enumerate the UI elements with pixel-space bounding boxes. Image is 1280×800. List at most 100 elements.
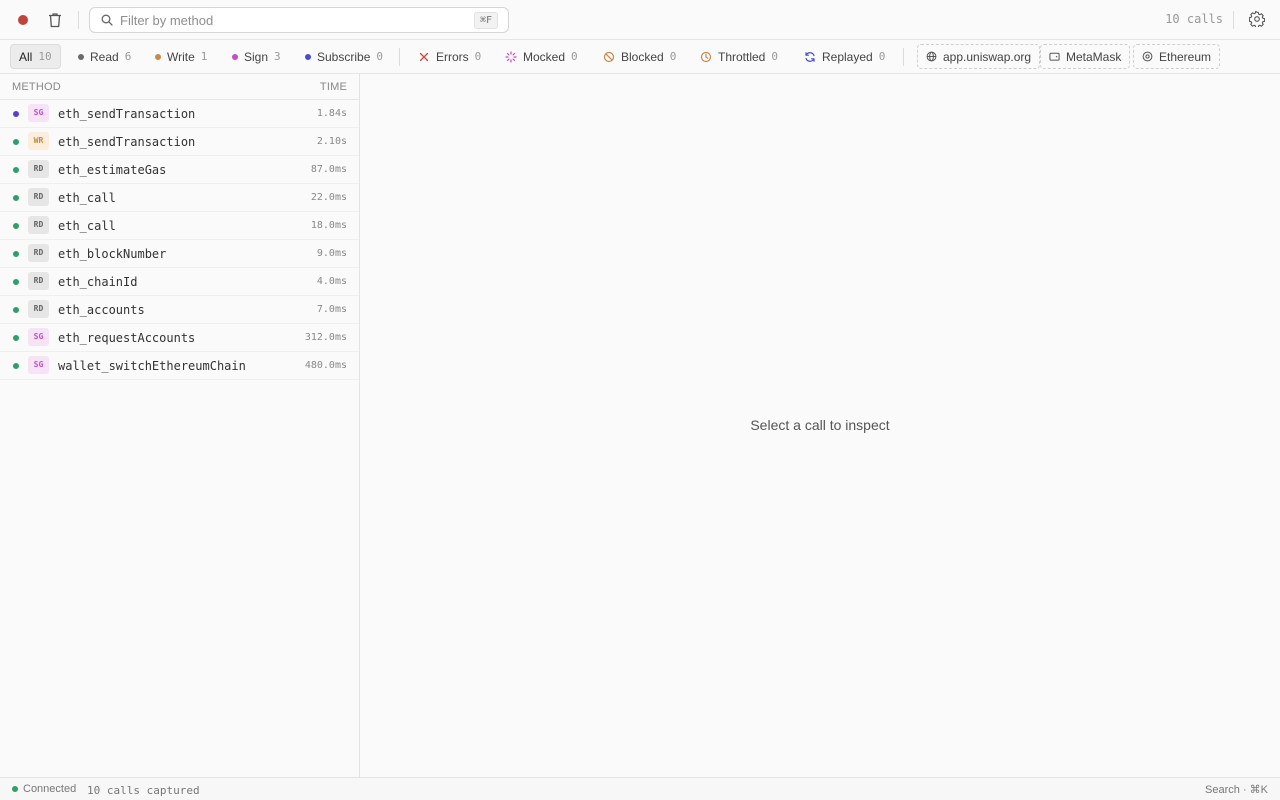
call-method: eth_call xyxy=(58,191,116,205)
call-method: wallet_switchEthereumChain xyxy=(58,359,246,373)
call-type-badge: RD xyxy=(28,272,49,290)
call-time: 1.84s xyxy=(316,108,347,119)
filter-count: 10 xyxy=(38,50,52,63)
filter-label: Replayed xyxy=(822,49,873,64)
filter-blocked[interactable]: Blocked 0 xyxy=(603,44,676,69)
call-row[interactable]: RD eth_call 22.0ms xyxy=(0,184,359,212)
globe-icon xyxy=(926,51,937,62)
origin-chip[interactable]: app.uniswap.org xyxy=(917,44,1041,69)
spinner-icon xyxy=(505,50,517,63)
call-row[interactable]: RD eth_call 18.0ms xyxy=(0,212,359,240)
call-method: eth_blockNumber xyxy=(58,247,167,261)
filter-count: 3 xyxy=(274,50,281,63)
filter-label: All xyxy=(19,49,33,64)
status-dot-icon xyxy=(13,139,19,145)
column-header-method[interactable]: METHOD xyxy=(12,81,61,93)
filter-all[interactable]: All 10 xyxy=(10,44,61,69)
filter-throttled[interactable]: Throttled 0 xyxy=(700,44,778,69)
status-dot-icon xyxy=(13,251,19,257)
list-header: METHOD TIME xyxy=(0,74,359,100)
filter-count: 0 xyxy=(771,50,778,63)
filter-write[interactable]: Write 1 xyxy=(155,44,207,69)
trash-icon[interactable] xyxy=(48,12,62,28)
call-method: eth_accounts xyxy=(58,303,145,317)
filter-count: 0 xyxy=(878,50,886,63)
status-dot-icon xyxy=(13,111,19,117)
filter-count: 0 xyxy=(669,50,677,63)
call-type-badge: SG xyxy=(28,356,49,374)
call-time: 480.0ms xyxy=(304,360,347,371)
call-method: eth_chainId xyxy=(58,275,138,289)
filter-mocked[interactable]: Mocked 0 xyxy=(505,44,578,69)
filter-count: 1 xyxy=(200,50,208,63)
call-type-badge: RD xyxy=(28,188,49,206)
call-row[interactable]: RD eth_accounts 7.0ms xyxy=(0,296,359,324)
status-dot-icon xyxy=(13,307,19,313)
call-type-badge: RD xyxy=(28,216,49,234)
filter-count: 0 xyxy=(376,50,383,63)
filter-label: Mocked xyxy=(523,49,566,64)
call-row[interactable]: RD eth_chainId 4.0ms xyxy=(0,268,359,296)
toolbar: ⌘F 10 calls xyxy=(0,0,1280,40)
read-dot-icon xyxy=(78,53,84,60)
filter-divider xyxy=(903,48,904,66)
wallet-chip[interactable]: MetaMask xyxy=(1040,44,1131,69)
search-input[interactable] xyxy=(120,11,460,29)
call-method: eth_requestAccounts xyxy=(58,331,196,345)
network-chip[interactable]: Ethereum xyxy=(1133,44,1221,69)
call-time: 7.0ms xyxy=(316,304,347,315)
filter-subscribe[interactable]: Subscribe 0 xyxy=(305,44,383,69)
filter-errors[interactable]: Errors 0 xyxy=(418,44,481,69)
filter-label: Write xyxy=(167,49,195,64)
network-label: Ethereum xyxy=(1159,49,1212,64)
call-row[interactable]: SG eth_requestAccounts 312.0ms xyxy=(0,324,359,352)
column-header-time[interactable]: TIME xyxy=(320,81,347,93)
call-row[interactable]: SG eth_sendTransaction 1.84s xyxy=(0,100,359,128)
filter-label: Subscribe xyxy=(317,49,371,64)
call-method: eth_call xyxy=(58,219,116,233)
search-box[interactable]: ⌘F xyxy=(89,7,509,33)
call-type-badge: RD xyxy=(28,160,49,178)
call-row[interactable]: RD eth_blockNumber 9.0ms xyxy=(0,240,359,268)
call-method: eth_sendTransaction xyxy=(58,107,196,121)
call-count: 10 calls xyxy=(1165,12,1223,26)
replay-icon xyxy=(805,51,815,62)
call-row[interactable]: WR eth_sendTransaction 2.10s xyxy=(0,128,359,156)
status-dot-icon xyxy=(13,363,19,369)
status-dot-icon xyxy=(13,279,19,285)
filter-label: Errors xyxy=(436,49,469,64)
wallet-icon xyxy=(1049,52,1060,61)
call-time: 18.0ms xyxy=(310,220,347,231)
call-method: eth_sendTransaction xyxy=(58,135,196,149)
empty-state-text: Select a call to inspect xyxy=(750,417,890,433)
call-time: 9.0ms xyxy=(316,248,347,259)
filter-count: 0 xyxy=(474,50,482,63)
filter-label: Sign xyxy=(244,49,269,64)
call-method: eth_estimateGas xyxy=(58,163,167,177)
connection-status: Connected xyxy=(23,783,77,795)
network-icon xyxy=(1142,51,1153,62)
status-dot-icon xyxy=(13,335,19,341)
clock-icon xyxy=(700,51,712,62)
gear-icon[interactable] xyxy=(1249,11,1265,27)
call-row[interactable]: SG wallet_switchEthereumChain 480.0ms xyxy=(0,352,359,380)
origin-label: app.uniswap.org xyxy=(943,49,1032,64)
sign-dot-icon xyxy=(232,53,238,60)
filter-sign[interactable]: Sign 3 xyxy=(232,44,281,69)
call-type-badge: SG xyxy=(28,328,49,346)
filter-replayed[interactable]: Replayed 0 xyxy=(804,44,885,69)
call-row[interactable]: RD eth_estimateGas 87.0ms xyxy=(0,156,359,184)
filter-count: 0 xyxy=(571,50,578,63)
call-time: 4.0ms xyxy=(316,276,347,287)
x-icon xyxy=(419,52,429,61)
toolbar-divider xyxy=(1233,11,1234,29)
subscribe-dot-icon xyxy=(305,53,311,60)
filter-label: Read xyxy=(90,49,119,64)
filter-label: Throttled xyxy=(718,49,766,64)
filter-read[interactable]: Read 6 xyxy=(78,44,131,69)
captured-count: 10 calls captured xyxy=(87,784,200,797)
connected-dot-icon xyxy=(12,786,18,792)
search-hint: Search · ⌘K xyxy=(1205,784,1268,796)
record-dot-icon[interactable] xyxy=(18,15,28,25)
call-time: 312.0ms xyxy=(304,332,347,343)
